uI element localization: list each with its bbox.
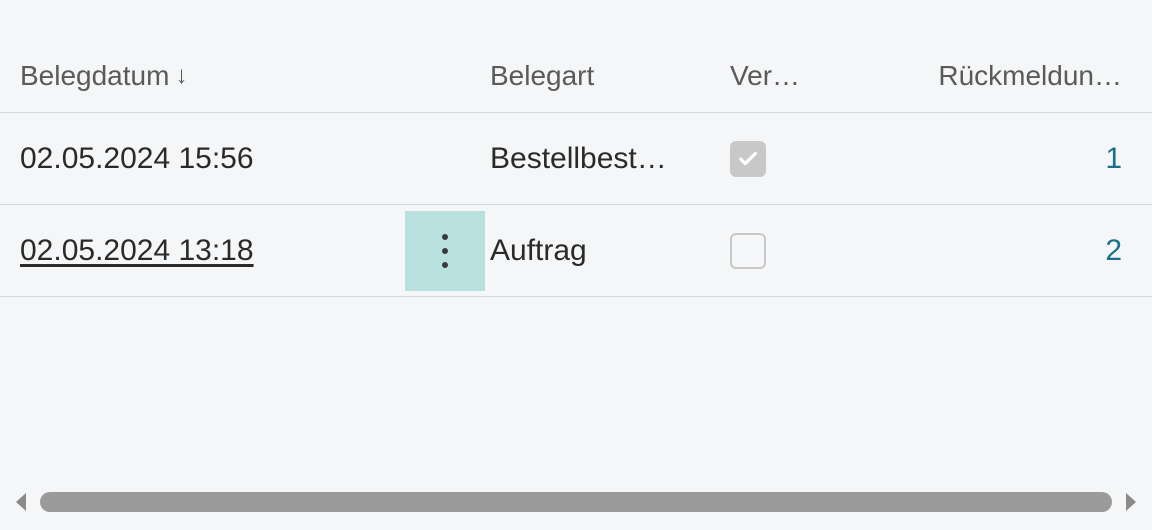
column-header-ver-label: Ver… <box>730 60 800 92</box>
sort-descending-icon: ↓ <box>175 62 187 90</box>
kebab-icon <box>442 234 448 268</box>
ver-checkbox-checked[interactable] <box>730 141 766 177</box>
cell-belegdatum[interactable]: 02.05.2024 15:56 <box>20 142 400 176</box>
column-header-rueckmeldung-label: Rückmeldun… <box>938 60 1122 92</box>
cell-ver <box>730 141 890 177</box>
cell-rueckmeldung[interactable]: 2 <box>890 234 1132 268</box>
cell-rueckmeldung[interactable]: 1 <box>890 142 1132 176</box>
scroll-thumb[interactable] <box>40 492 1112 512</box>
scroll-right-arrow-icon[interactable] <box>1122 491 1140 513</box>
belegart-value: Auftrag <box>490 234 587 267</box>
column-header-belegdatum-label: Belegdatum <box>20 60 169 92</box>
scroll-left-arrow-icon[interactable] <box>12 491 30 513</box>
table-row[interactable]: 02.05.2024 15:56 Bestellbest… 1 <box>0 113 1152 205</box>
cell-belegart: Bestellbest… <box>490 142 730 176</box>
horizontal-scrollbar[interactable] <box>12 488 1140 516</box>
belegdatum-value: 02.05.2024 13:18 <box>20 234 254 267</box>
table-header-row: Belegdatum ↓ Belegart Ver… Rückmeldun… <box>0 60 1152 113</box>
ver-checkbox-unchecked[interactable] <box>730 233 766 269</box>
checkmark-icon <box>737 148 759 170</box>
table-row[interactable]: 02.05.2024 13:18 Auftrag 2 <box>0 205 1152 297</box>
cell-ver <box>730 233 890 269</box>
rueckmeldung-value: 1 <box>1105 142 1122 175</box>
column-header-belegdatum[interactable]: Belegdatum ↓ <box>20 60 400 92</box>
column-header-ver[interactable]: Ver… <box>730 60 890 92</box>
row-actions-button[interactable] <box>405 211 485 291</box>
rueckmeldung-value: 2 <box>1105 234 1122 267</box>
cell-belegdatum[interactable]: 02.05.2024 13:18 <box>20 234 400 268</box>
cell-belegart: Auftrag <box>490 234 730 268</box>
cell-actions <box>400 211 490 291</box>
column-header-rueckmeldung[interactable]: Rückmeldun… <box>890 60 1132 92</box>
scroll-track[interactable] <box>40 492 1112 512</box>
belegart-value: Bestellbest… <box>490 142 667 175</box>
column-header-belegart-label: Belegart <box>490 60 594 92</box>
column-header-belegart[interactable]: Belegart <box>490 60 730 92</box>
data-table: Belegdatum ↓ Belegart Ver… Rückmeldun… 0… <box>0 0 1152 297</box>
belegdatum-value: 02.05.2024 15:56 <box>20 142 254 175</box>
